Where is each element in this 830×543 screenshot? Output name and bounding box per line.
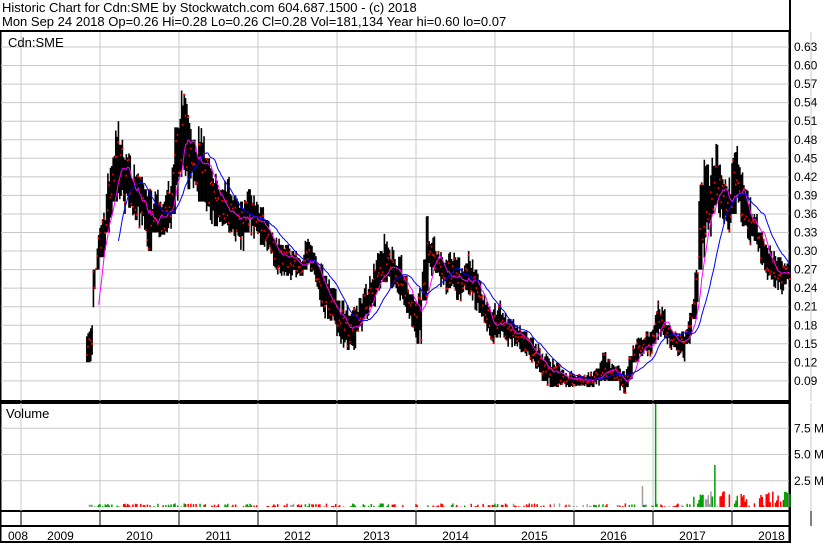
y-tick-label: 0.39 <box>794 188 818 202</box>
close-marker <box>459 299 462 302</box>
y-tick-label: 0.45 <box>794 151 818 165</box>
y-tick-label: 0.12 <box>794 355 818 369</box>
chart-window: Historic Chart for Cdn:SME by Stockwatch… <box>0 0 830 543</box>
close-marker <box>420 338 423 341</box>
close-marker <box>93 286 96 289</box>
y-tick-label: 0.54 <box>794 96 818 110</box>
close-marker <box>301 270 304 273</box>
x-axis-strip <box>0 525 791 543</box>
close-marker <box>624 391 627 394</box>
close-marker <box>480 296 483 299</box>
close-marker <box>250 232 253 235</box>
close-marker <box>704 232 707 235</box>
y-tick-label: 0.57 <box>794 77 818 91</box>
close-marker <box>696 272 699 275</box>
close-marker <box>762 238 765 241</box>
close-marker <box>761 234 764 237</box>
x-tick-label: 2014 <box>442 529 469 543</box>
close-marker <box>590 373 593 376</box>
close-marker <box>724 184 727 187</box>
volume-tick-label: 7.5 M <box>794 421 824 435</box>
close-marker <box>788 278 791 281</box>
close-marker <box>91 342 94 345</box>
close-marker <box>170 215 173 218</box>
close-marker <box>121 147 124 150</box>
close-marker <box>262 214 265 217</box>
close-marker <box>418 297 421 300</box>
x-tick-label: 2015 <box>521 529 548 543</box>
close-marker <box>468 293 471 296</box>
close-marker <box>138 226 141 229</box>
close-marker <box>102 217 105 220</box>
close-marker <box>749 243 752 246</box>
x-tick-label: 2017 <box>679 529 706 543</box>
close-marker <box>492 342 495 345</box>
close-marker <box>729 215 732 218</box>
close-marker <box>117 141 120 144</box>
close-marker <box>167 191 170 194</box>
close-marker <box>608 358 611 361</box>
y-tick-label: 0.60 <box>794 59 818 73</box>
close-marker <box>288 250 291 253</box>
close-marker <box>467 254 470 257</box>
x-tick-label: 2013 <box>363 529 390 543</box>
close-marker <box>276 267 279 270</box>
volume-tick-label: 2.5 M <box>794 474 824 488</box>
y-tick-label: 0.27 <box>794 263 818 277</box>
y-tick-label: 0.18 <box>794 318 818 332</box>
spacer-strip <box>0 510 791 527</box>
close-marker <box>324 305 327 308</box>
close-marker <box>561 382 564 385</box>
close-marker <box>546 383 549 386</box>
close-marker <box>437 251 440 254</box>
x-tick-label: 2016 <box>600 529 627 543</box>
close-marker <box>388 253 391 256</box>
close-marker <box>530 360 533 363</box>
x-tick-label: 008 <box>8 529 28 543</box>
y-tick-label: 0.30 <box>794 244 818 258</box>
close-marker <box>728 229 731 232</box>
y-tick-label: 0.63 <box>794 40 818 54</box>
volume-panel-title: Volume <box>6 406 49 421</box>
close-marker <box>187 116 190 119</box>
close-marker <box>183 93 186 96</box>
y-tick-label: 0.24 <box>794 281 818 295</box>
volume-panel <box>0 402 791 512</box>
close-marker <box>357 329 360 332</box>
close-marker <box>405 277 408 280</box>
close-marker <box>657 302 660 305</box>
x-tick-label: 2018 <box>758 529 785 543</box>
y-tick-label: 0.51 <box>794 114 818 128</box>
y-tick-label: 0.36 <box>794 207 818 221</box>
y-tick-label: 0.09 <box>794 374 818 388</box>
close-marker <box>407 290 410 293</box>
close-marker <box>159 203 162 206</box>
x-tick-label: 2011 <box>206 529 232 543</box>
close-marker <box>557 383 560 386</box>
y-tick-label: 0.21 <box>794 300 818 314</box>
close-marker <box>239 237 242 240</box>
x-tick-label: 2009 <box>47 529 74 543</box>
volume-tick-label: 5.0 M <box>794 448 824 462</box>
close-marker <box>247 223 250 226</box>
close-marker <box>124 201 127 204</box>
stock-chart: 0.63 0.60 0.57 0.54 0.51 0.48 0.45 0.42 0.39 0.36… <box>0 0 824 543</box>
y-tick-label: 0.48 <box>794 133 818 147</box>
close-marker <box>650 351 653 354</box>
x-tick-label: 2010 <box>126 529 153 543</box>
close-marker <box>712 208 715 211</box>
x-tick-label: 2012 <box>284 529 311 543</box>
y-tick-label: 0.15 <box>794 337 818 351</box>
close-marker <box>649 354 652 357</box>
y-tick-label: 0.33 <box>794 226 818 240</box>
close-marker <box>646 350 649 353</box>
y-tick-label: 0.42 <box>794 170 818 184</box>
close-marker <box>135 213 138 216</box>
close-marker <box>690 325 693 328</box>
price-panel-title: Cdn:SME <box>8 35 64 50</box>
close-marker <box>538 348 541 351</box>
close-marker <box>295 253 298 256</box>
close-marker <box>462 287 465 290</box>
